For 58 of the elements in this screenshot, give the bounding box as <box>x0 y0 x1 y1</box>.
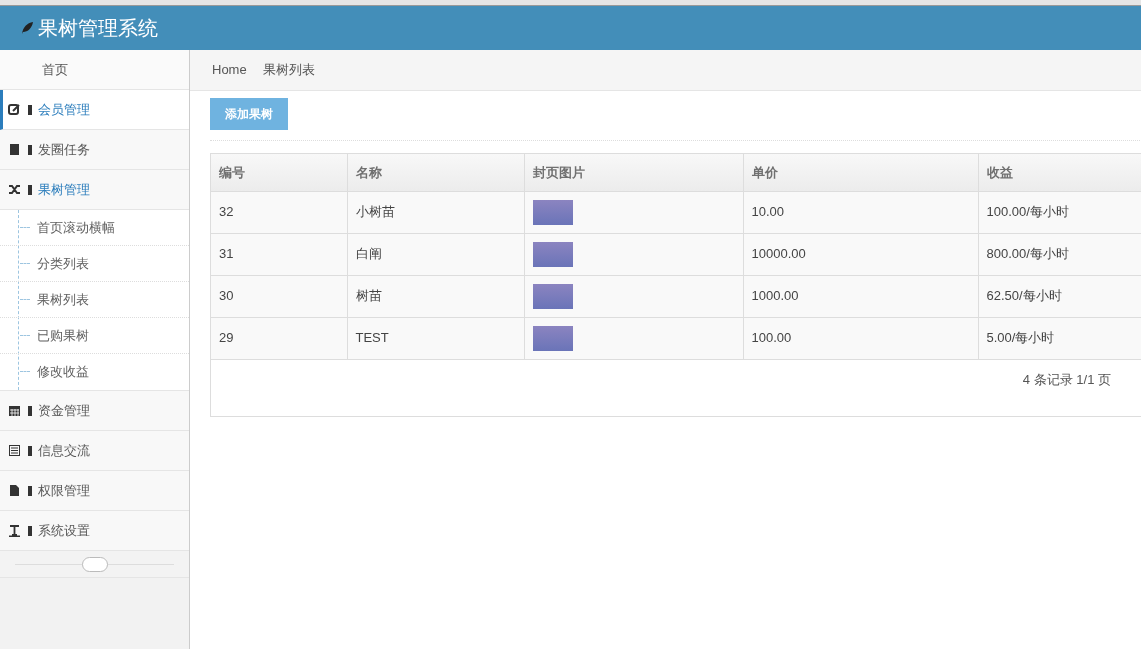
bar-icon <box>27 144 32 155</box>
list-icon <box>8 444 21 457</box>
table-cell: 白阐 <box>347 233 524 275</box>
table-cell: 1000.00 <box>743 275 978 317</box>
breadcrumb-link[interactable]: 果树列表 <box>262 60 315 80</box>
table-cell: 29 <box>211 317 347 359</box>
menu-item[interactable]: 信息交流 <box>0 431 189 471</box>
table-cell: 树苗 <box>347 275 524 317</box>
bar-icon <box>27 525 32 536</box>
menu-item[interactable]: 会员管理 <box>0 90 189 130</box>
table-cell: 10.00 <box>743 191 978 233</box>
menu-item[interactable]: 果树管理 <box>0 170 189 210</box>
home-link[interactable]: 首页 <box>42 59 68 80</box>
submenu-item[interactable]: 已购果树 <box>37 325 89 346</box>
submenu-item[interactable]: 果树列表 <box>37 289 89 310</box>
submenu-item[interactable]: 首页滚动横幅 <box>37 217 115 238</box>
leaf-icon <box>20 21 34 35</box>
column-header: 收益 <box>978 154 1141 191</box>
book-icon <box>8 143 21 156</box>
table-cell: 32 <box>211 191 347 233</box>
pagination-info: 4 条记录 1/1 页 <box>1022 370 1111 389</box>
photo-placeholder <box>532 283 573 309</box>
photo-placeholder <box>532 241 573 267</box>
table-cell: 30 <box>211 275 347 317</box>
app-title: 果树管理系统 <box>38 16 158 41</box>
table-cell: 800.00/每小时 <box>978 233 1141 275</box>
bar-icon <box>27 104 32 115</box>
table-cell: 10000.00 <box>743 233 978 275</box>
table-cell: TEST <box>347 317 524 359</box>
bar-icon <box>27 184 32 195</box>
breadcrumb-link[interactable]: Home <box>212 60 247 80</box>
collapse-handle[interactable] <box>81 556 108 572</box>
column-header: 单价 <box>743 154 978 191</box>
column-header: 编号 <box>211 154 347 191</box>
photo-placeholder <box>532 199 573 225</box>
file-icon <box>8 484 21 497</box>
table-cell: 5.00/每小时 <box>978 317 1141 359</box>
table-cell: 100.00 <box>743 317 978 359</box>
table-cell: 31 <box>211 233 347 275</box>
bar-icon <box>27 485 32 496</box>
column-header: 封页图片 <box>524 154 743 191</box>
menu-item[interactable]: 系统设置 <box>0 511 189 551</box>
photo-placeholder <box>532 325 573 351</box>
menu-item[interactable]: 权限管理 <box>0 471 189 511</box>
bar-icon <box>27 445 32 456</box>
submenu-item[interactable]: 分类列表 <box>37 253 89 274</box>
calendar-icon <box>8 404 21 417</box>
menu-item[interactable]: 发圈任务 <box>0 130 189 170</box>
submenu-item[interactable]: 修改收益 <box>37 362 89 382</box>
bar-icon <box>27 405 32 416</box>
text-icon <box>8 524 21 537</box>
column-header: 名称 <box>347 154 524 191</box>
shuffle-icon <box>8 183 21 196</box>
edit-icon <box>8 103 21 116</box>
table-cell: 100.00/每小时 <box>978 191 1141 233</box>
menu-item[interactable]: 资金管理 <box>0 391 189 431</box>
table-cell: 62.50/每小时 <box>978 275 1141 317</box>
table-cell: 小树苗 <box>347 191 524 233</box>
